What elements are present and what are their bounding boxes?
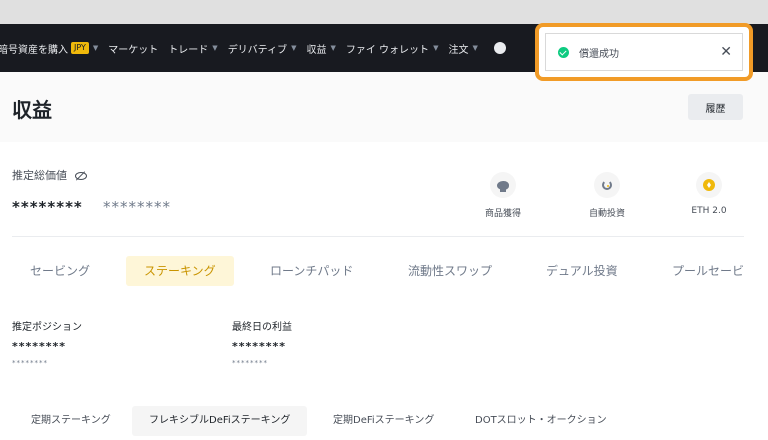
page-title: 収益 [12, 98, 52, 122]
last-day-profit-masked-small: ******** [232, 359, 268, 367]
tab-dual-investment[interactable]: デュアル投資 [528, 256, 636, 286]
nav-orders-label: 注文 [448, 44, 469, 56]
nav-derivatives-label: デリバティブ [227, 44, 288, 56]
nav-markets-label: マーケット [108, 44, 159, 56]
nav-trade[interactable]: トレード ▼ [168, 41, 217, 56]
eye-off-icon[interactable] [74, 170, 88, 181]
divider [12, 236, 744, 237]
currency-badge: JPY [71, 42, 89, 54]
estimated-value-label-row: 推定総価値 [12, 167, 88, 183]
toast-message: 償還成功 [579, 48, 619, 60]
nav-derivatives[interactable]: デリバティブ ▼ [228, 41, 297, 56]
tab-launchpad[interactable]: ローンチパッド [252, 256, 371, 286]
estimated-value-label: 推定総価値 [12, 169, 67, 182]
main-content: 収益 履歴 推定総価値 ******** ******** 商品獲得 自動投資 … [0, 72, 768, 440]
close-icon[interactable]: ✕ [720, 44, 732, 60]
last-day-profit-masked: ******** [232, 340, 287, 353]
toast-highlight: 償還成功 ✕ [535, 23, 753, 81]
auto-invest-icon [594, 172, 620, 198]
page-header: 収益 履歴 [0, 72, 768, 142]
product-tabs: セービング ステーキング ローンチパッド 流動性スワップ デュアル投資 プールセ… [0, 256, 768, 286]
tab-savings[interactable]: セービング [12, 256, 108, 286]
tab-liquidity-swap[interactable]: 流動性スワップ [390, 256, 510, 286]
last-day-profit-label: 最終日の利益 [232, 322, 292, 333]
estimated-value-masked-secondary: ******** [103, 198, 171, 216]
quick-action-earn-products[interactable]: 商品獲得 [463, 172, 543, 219]
tab-staking[interactable]: ステーキング [126, 256, 234, 286]
nav-earn-label: 収益 [306, 44, 327, 56]
subtab-dot-slot-auction[interactable]: DOTスロット・オークション [458, 406, 624, 436]
nav-earn[interactable]: 収益 ▼ [306, 41, 335, 56]
nav-trade-label: トレード [168, 44, 209, 56]
chevron-down-icon: ▼ [212, 44, 218, 52]
chevron-down-icon: ▼ [291, 44, 297, 52]
tab-pool-savings[interactable]: プールセービ [654, 256, 762, 286]
estimated-position-masked: ******** [12, 340, 67, 353]
estimated-position-label: 推定ポジション [12, 322, 82, 333]
nav-orders[interactable]: 注文 ▼ [448, 41, 477, 56]
nav-wallet[interactable]: ファイ ウォレット ▼ [346, 41, 439, 56]
chevron-down-icon: ▼ [472, 44, 478, 52]
quick-action-label: 商品獲得 [484, 209, 521, 219]
quick-action-auto-invest[interactable]: 自動投資 [567, 172, 647, 219]
history-button[interactable]: 履歴 [688, 94, 743, 120]
estimated-value-masked: ******** [12, 198, 83, 216]
chevron-down-icon: ▼ [330, 44, 336, 52]
subtab-flexible-defi-staking[interactable]: フレキシブルDeFiステーキング [132, 406, 308, 436]
success-toast: 償還成功 ✕ [545, 33, 743, 71]
subtab-locked-staking[interactable]: 定期ステーキング [14, 406, 128, 436]
nav-markets[interactable]: マーケット [108, 41, 158, 56]
nav-wallet-label: ファイ ウォレット [345, 44, 430, 56]
quick-action-eth2[interactable]: ETH 2.0 [669, 172, 749, 216]
piggy-bank-icon [490, 172, 516, 198]
quick-action-label: 自動投資 [588, 209, 625, 219]
nav-buy-crypto-label: 暗号資産を購入 [0, 44, 68, 56]
chevron-down-icon: ▼ [92, 44, 99, 52]
chevron-down-icon: ▼ [433, 44, 439, 52]
subtab-locked-defi-staking[interactable]: 定期DeFiステーキング [316, 406, 451, 436]
nav-buy-crypto[interactable]: 暗号資産を購入 JPY ▼ [0, 41, 98, 56]
top-strip [0, 0, 768, 24]
check-circle-icon [558, 46, 569, 58]
quick-action-label: ETH 2.0 [691, 206, 727, 216]
eth-icon [696, 172, 722, 198]
staking-subtabs: 定期ステーキング フレキシブルDeFiステーキング 定期DeFiステーキング D… [0, 406, 768, 436]
estimated-position-masked-small: ******** [12, 359, 48, 367]
profile-icon[interactable] [493, 42, 506, 54]
